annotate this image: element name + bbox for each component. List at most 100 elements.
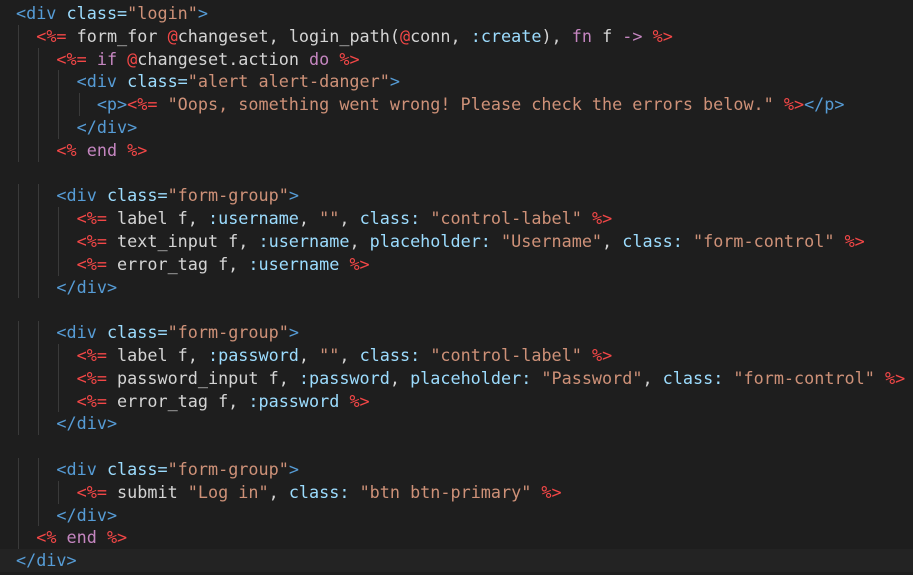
indent-guide bbox=[38, 366, 40, 390]
code-line[interactable]: <%= password_input f, :password, placeho… bbox=[0, 366, 913, 390]
code-token: </div> bbox=[76, 116, 138, 137]
indent-guide bbox=[38, 457, 40, 481]
code-line[interactable]: <%= error_tag f, :password %> bbox=[0, 389, 913, 413]
code-token: do bbox=[309, 48, 340, 69]
indent-guide bbox=[18, 24, 19, 48]
code-token: "form-control" bbox=[733, 367, 885, 388]
code-token: %> bbox=[349, 253, 370, 274]
code-token: %> bbox=[127, 139, 148, 160]
code-line[interactable]: <p><%= "Oops, something went wrong! Plea… bbox=[0, 93, 913, 116]
indent-guide bbox=[18, 480, 19, 504]
code-line[interactable] bbox=[0, 435, 913, 458]
code-token: %> bbox=[591, 344, 613, 365]
code-line[interactable]: </div> bbox=[0, 412, 913, 436]
code-token: "" bbox=[319, 344, 340, 365]
indent-guide bbox=[38, 115, 40, 139]
code-token: class: bbox=[622, 230, 693, 251]
code-token: class: bbox=[288, 481, 360, 502]
code-token: , bbox=[389, 367, 411, 388]
code-line[interactable]: <%= form_for @changeset, login_path(@con… bbox=[0, 24, 913, 48]
code-token: end bbox=[66, 527, 107, 548]
code-line[interactable]: </div> bbox=[0, 503, 913, 527]
code-token: fn bbox=[571, 25, 603, 46]
code-token: , bbox=[298, 344, 320, 365]
indent-guide bbox=[18, 252, 19, 276]
code-token: , bbox=[339, 208, 360, 229]
code-line[interactable]: <%= label f, :password, "", class: "cont… bbox=[0, 343, 913, 367]
code-line[interactable]: <div class="login"> bbox=[0, 2, 913, 25]
code-line[interactable] bbox=[0, 162, 913, 185]
code-line[interactable]: <%= error_tag f, :username %> bbox=[0, 252, 913, 276]
code-token: </div> bbox=[56, 276, 118, 297]
code-token: "login" bbox=[127, 3, 198, 23]
code-token: , bbox=[602, 230, 623, 251]
code-token: -> bbox=[622, 25, 653, 46]
code-token: :password bbox=[248, 390, 350, 411]
code-token: "Log in" bbox=[187, 481, 269, 502]
code-token: <div bbox=[56, 322, 107, 343]
indent-guide bbox=[58, 207, 60, 230]
code-line[interactable]: <%= label f, :username, "", class: "cont… bbox=[0, 207, 913, 230]
code-token: , bbox=[339, 344, 360, 365]
code-token: > bbox=[288, 185, 299, 206]
code-line[interactable]: <%= submit "Log in", class: "btn btn-pri… bbox=[0, 480, 913, 504]
indent-guide bbox=[18, 321, 19, 344]
code-token: class: bbox=[359, 208, 431, 229]
code-line[interactable]: <%= text_input f, :username, placeholder… bbox=[0, 229, 913, 253]
code-line[interactable]: <div class="form-group"> bbox=[0, 321, 913, 344]
code-token: </div> bbox=[56, 504, 118, 525]
indent-guide bbox=[38, 503, 40, 527]
code-token: :password bbox=[207, 344, 299, 365]
code-token: label f, bbox=[117, 208, 208, 229]
code-line[interactable]: <div class="alert alert-danger"> bbox=[0, 70, 913, 94]
code-token: class= bbox=[66, 3, 128, 23]
code-token: , bbox=[349, 230, 370, 251]
code-token: password_input f, bbox=[117, 367, 299, 388]
code-line[interactable]: </div> bbox=[0, 275, 913, 299]
code-token: if bbox=[96, 48, 128, 69]
code-token: :create bbox=[470, 25, 542, 46]
code-token: <%= bbox=[76, 481, 118, 502]
code-token: <%= bbox=[56, 48, 97, 69]
code-line[interactable]: <% end %> bbox=[0, 138, 913, 162]
code-token: %> bbox=[106, 527, 128, 548]
code-token: class: bbox=[662, 367, 734, 388]
indent-guide bbox=[18, 503, 19, 527]
code-token: placeholder: bbox=[410, 367, 542, 388]
code-line[interactable]: </div> bbox=[0, 115, 913, 139]
indent-guide bbox=[18, 412, 19, 436]
code-token: > bbox=[288, 458, 299, 479]
code-token: , login_path( bbox=[268, 25, 400, 46]
indent-guide bbox=[38, 412, 40, 436]
code-token: %> bbox=[339, 48, 360, 69]
code-token: text_input f, bbox=[117, 230, 259, 251]
code-token: %> bbox=[783, 94, 805, 115]
code-token: "form-group" bbox=[167, 322, 289, 343]
indent-guide bbox=[38, 389, 40, 413]
code-editor[interactable]: <div class="login"> <%= form_for @change… bbox=[0, 0, 913, 575]
code-line[interactable]: <%= if @changeset.action do %> bbox=[0, 47, 913, 71]
code-token: submit bbox=[117, 481, 188, 502]
code-token: %> bbox=[541, 481, 562, 502]
indent-guide bbox=[18, 343, 19, 367]
code-token: <div bbox=[56, 185, 107, 206]
code-line[interactable] bbox=[0, 298, 913, 321]
code-token: > bbox=[288, 322, 299, 343]
code-line[interactable]: <% end %> bbox=[0, 526, 913, 550]
code-token: placeholder: bbox=[369, 230, 501, 251]
code-token: "btn btn-primary" bbox=[359, 481, 542, 502]
code-line[interactable]: </div> bbox=[0, 549, 913, 572]
code-line[interactable]: <div class="form-group"> bbox=[0, 184, 913, 208]
code-line[interactable]: <div class="form-group"> bbox=[0, 457, 913, 481]
indent-guide bbox=[58, 480, 60, 504]
